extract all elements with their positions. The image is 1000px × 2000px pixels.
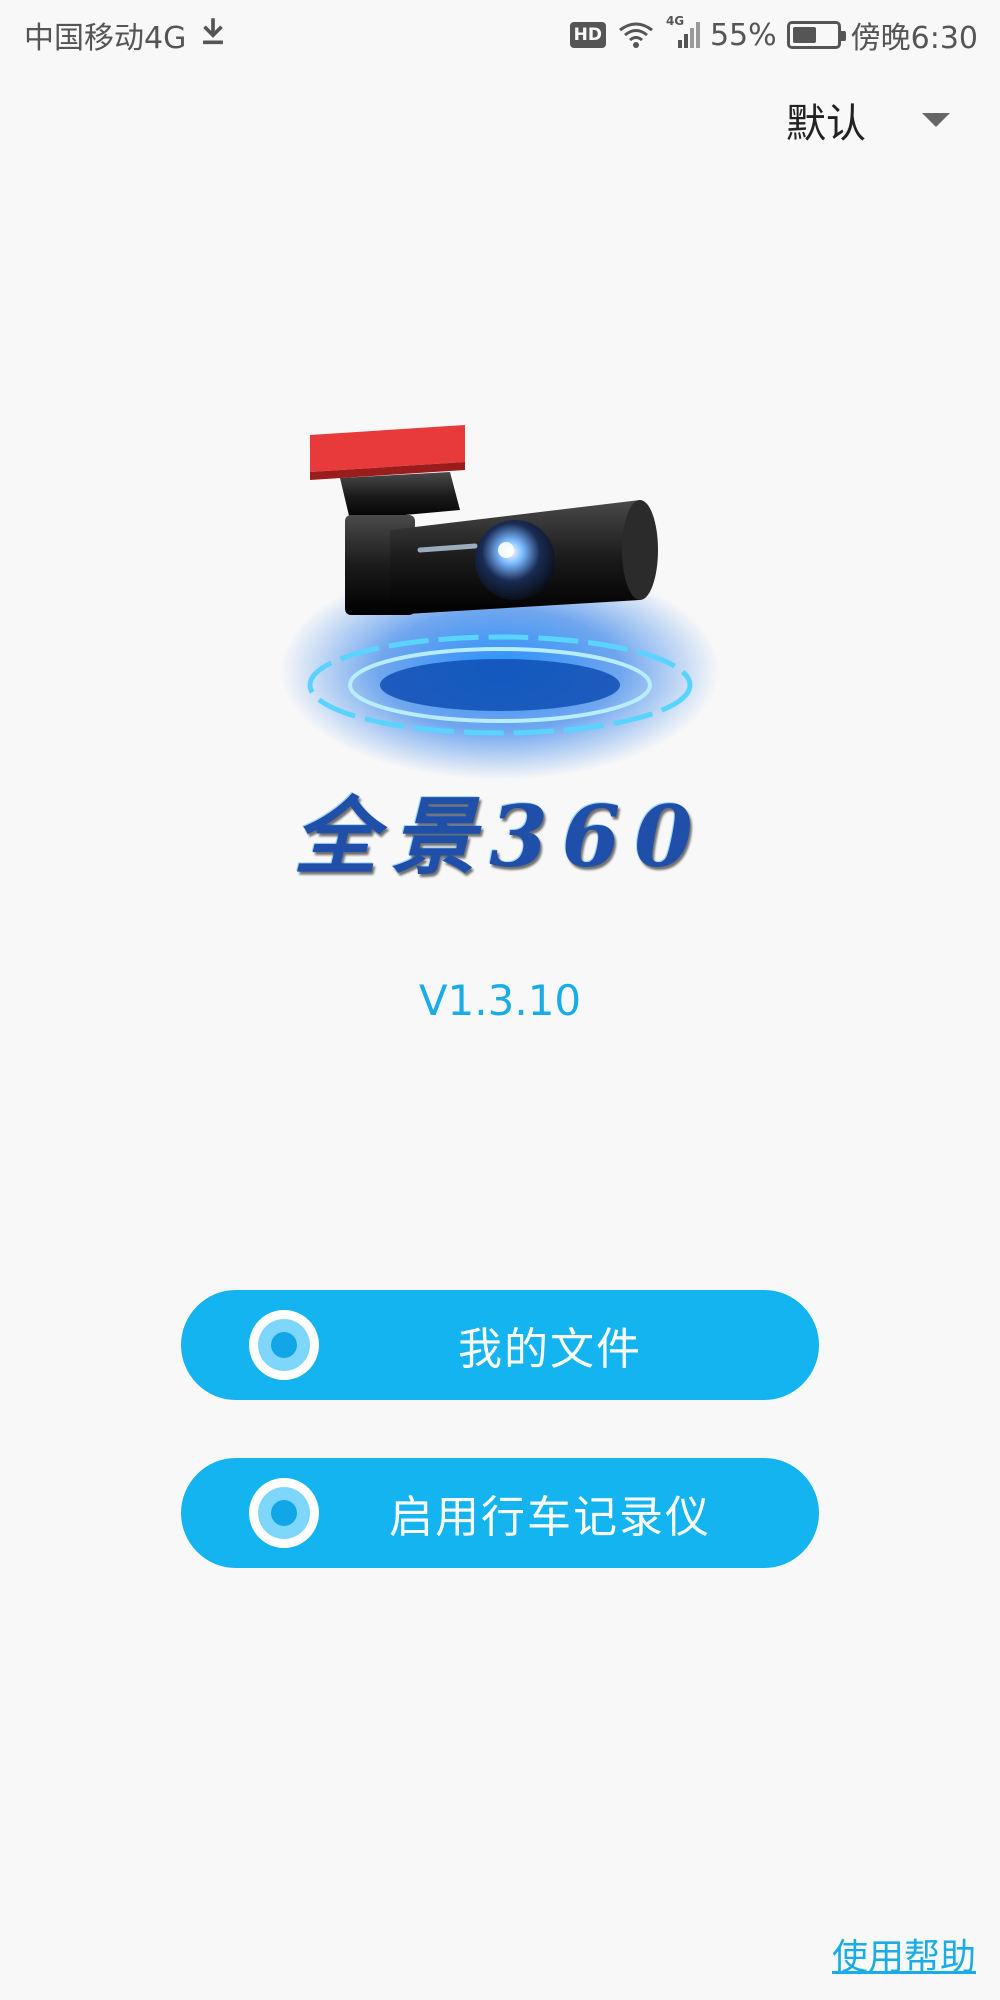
hd-badge: HD bbox=[569, 22, 606, 48]
network-type-label: 4G bbox=[665, 14, 685, 28]
status-bar: 中国移动4G HD 4G 55% 傍晚6:30 bbox=[0, 0, 1000, 70]
radio-dot-icon bbox=[249, 1310, 319, 1380]
app-logo: 全景360 bbox=[270, 400, 730, 900]
language-select[interactable]: 默认 bbox=[786, 88, 950, 152]
logo-text: 全景360 bbox=[293, 787, 707, 886]
radio-dot-icon bbox=[249, 1478, 319, 1548]
status-right: HD 4G 55% 傍晚6:30 bbox=[569, 13, 978, 57]
carrier-label: 中国移动4G bbox=[24, 21, 187, 56]
clock: 傍晚6:30 bbox=[850, 21, 978, 56]
signal-icon: 4G bbox=[666, 14, 700, 50]
battery-fill bbox=[792, 27, 816, 43]
battery-icon bbox=[786, 21, 846, 49]
wifi-icon bbox=[616, 20, 656, 50]
battery-percent: 55% bbox=[709, 17, 777, 53]
start-recorder-button[interactable]: 启用行车记录仪 bbox=[181, 1458, 819, 1568]
version-label: V1.3.10 bbox=[418, 976, 582, 1025]
my-files-button[interactable]: 我的文件 bbox=[181, 1290, 819, 1400]
help-link[interactable]: 使用帮助 bbox=[832, 1928, 976, 1980]
dropdown-arrow-icon bbox=[922, 113, 950, 127]
language-select-value: 默认 bbox=[786, 101, 866, 147]
status-left: 中国移动4G bbox=[24, 13, 230, 57]
download-icon bbox=[196, 14, 230, 56]
